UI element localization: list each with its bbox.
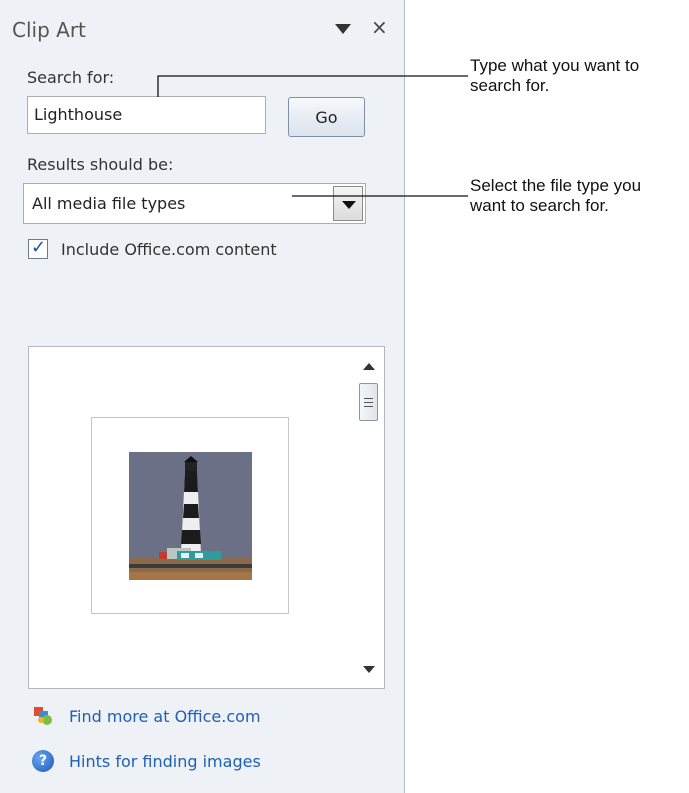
include-office-content-label[interactable]: Include Office.com content — [61, 240, 277, 259]
pane-options-dropdown-icon[interactable] — [335, 24, 351, 34]
lighthouse-thumbnail — [129, 452, 252, 580]
find-more-link-text[interactable]: Find more at Office.com — [69, 707, 261, 726]
type-callout-line2: want to search for. — [470, 196, 609, 215]
checkmark-icon: ✓ — [31, 237, 47, 258]
include-office-content-checkbox[interactable]: ✓ — [28, 237, 48, 259]
results-type-label: Results should be: — [27, 155, 174, 174]
find-more-link[interactable]: Find more at Office.com — [32, 705, 312, 729]
help-icon: ? — [32, 750, 54, 772]
search-callout-line2: search for. — [470, 76, 550, 95]
result-clip-item[interactable] — [91, 417, 289, 614]
pane-title: Clip Art — [12, 18, 86, 42]
clip-art-pane: Clip Art × Search for: Lighthouse Go Res… — [0, 0, 405, 793]
go-button[interactable]: Go — [288, 97, 365, 137]
chevron-down-icon[interactable] — [333, 186, 363, 221]
close-icon[interactable]: × — [371, 15, 388, 39]
results-list — [28, 346, 385, 689]
type-callout: Select the file type you want to search … — [470, 176, 641, 216]
search-label: Search for: — [27, 68, 115, 87]
type-callout-line1: Select the file type you — [470, 176, 642, 195]
hints-link-text[interactable]: Hints for finding images — [69, 752, 261, 771]
results-scrollbar[interactable] — [352, 347, 384, 688]
search-callout-line1: Type what you want to — [470, 56, 640, 75]
media-type-select[interactable]: All media file types — [23, 183, 366, 224]
scroll-up-icon[interactable] — [363, 363, 375, 370]
scroll-thumb[interactable] — [359, 383, 378, 421]
search-callout: Type what you want to search for. — [470, 56, 639, 96]
office-clip-icon — [34, 707, 52, 725]
media-type-selected-value: All media file types — [32, 194, 186, 213]
search-input[interactable]: Lighthouse — [27, 96, 266, 134]
hints-link[interactable]: ? Hints for finding images — [32, 750, 312, 774]
scroll-down-icon[interactable] — [363, 666, 375, 673]
